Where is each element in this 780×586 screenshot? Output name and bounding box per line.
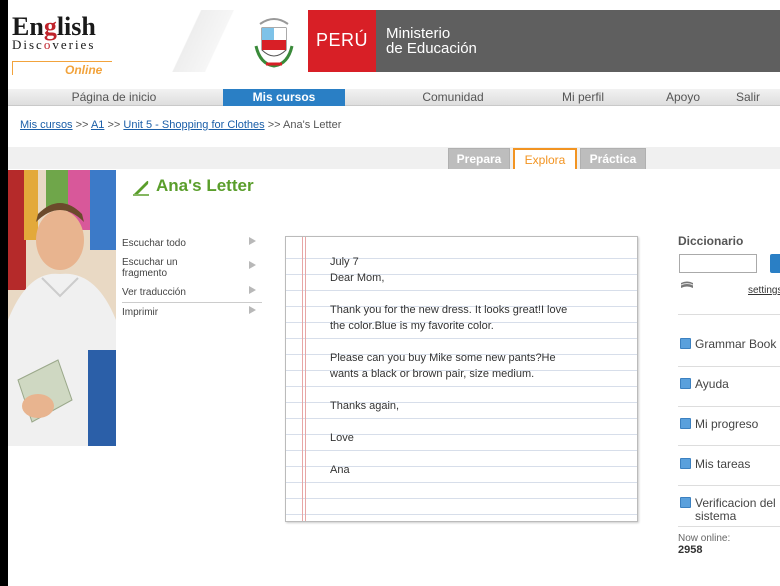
letter-body: July 7 Dear Mom, Thank you for the new d… bbox=[330, 254, 620, 478]
dictionary-search-input[interactable] bbox=[679, 254, 757, 273]
lesson-photo-man-with-clothes bbox=[8, 170, 116, 446]
breadcrumb-separator: >> bbox=[75, 119, 89, 131]
lesson-tools-menu: Escuchar todo Escuchar un fragmento Ver … bbox=[122, 234, 262, 322]
nav-item-home[interactable]: Página de inicio bbox=[8, 89, 220, 106]
divider bbox=[678, 445, 780, 446]
menu-item-label: Ver traducción bbox=[122, 287, 186, 298]
now-online-count: 2958 bbox=[678, 544, 703, 556]
letter-paper: July 7 Dear Mom, Thank you for the new d… bbox=[285, 236, 638, 522]
ministry-label: Ministerio de Educación bbox=[376, 10, 780, 72]
dictionary-settings-link[interactable]: settings bbox=[748, 285, 780, 296]
play-arrow-icon bbox=[249, 286, 256, 294]
menu-item-label: Imprimir bbox=[122, 307, 159, 318]
help-icon bbox=[680, 378, 691, 389]
grammar-book-icon bbox=[680, 338, 691, 349]
letter-date: July 7 bbox=[330, 256, 359, 268]
nav-item-my-courses[interactable]: Mis cursos bbox=[223, 89, 345, 106]
menu-item-label: Escuchar un fragmento bbox=[122, 257, 178, 279]
divider bbox=[678, 485, 780, 486]
peru-coat-of-arms-icon bbox=[254, 18, 294, 68]
paper-margin-line bbox=[305, 237, 306, 521]
help-link[interactable]: Ayuda bbox=[680, 378, 729, 391]
menu-item-print[interactable]: Imprimir bbox=[122, 302, 262, 322]
help-label: Ayuda bbox=[695, 377, 729, 391]
pencil-leaf-icon bbox=[133, 180, 149, 196]
breadcrumb-separator: >> bbox=[107, 119, 121, 131]
nav-item-logout[interactable]: Salir bbox=[728, 89, 768, 106]
breadcrumb-link-my-courses[interactable]: Mis cursos bbox=[20, 119, 73, 131]
my-tasks-link[interactable]: Mis tareas bbox=[680, 458, 750, 471]
nav-item-support[interactable]: Apoyo bbox=[658, 89, 708, 106]
paper-margin-line bbox=[302, 237, 303, 521]
letter-line: Thank you for the new dress. It looks gr… bbox=[330, 304, 568, 316]
menu-item-listen-all[interactable]: Escuchar todo bbox=[122, 234, 262, 253]
my-progress-label: Mi progreso bbox=[695, 417, 759, 431]
right-sidebar: Diccionario settings Grammar Book Ayuda … bbox=[678, 234, 780, 556]
menu-item-listen-fragment[interactable]: Escuchar un fragmento bbox=[122, 253, 262, 283]
now-online-label: Now online: bbox=[678, 533, 731, 544]
lesson-title-text: Ana's Letter bbox=[156, 176, 254, 195]
nav-item-community[interactable]: Comunidad bbox=[388, 89, 518, 106]
letter-signature: Ana bbox=[330, 464, 350, 476]
logo-text: veries bbox=[52, 37, 96, 52]
divider bbox=[678, 406, 780, 407]
my-tasks-label: Mis tareas bbox=[695, 457, 751, 471]
browser-page: English Discoveries Online PERÚ Minister… bbox=[8, 0, 780, 586]
play-arrow-icon bbox=[249, 237, 256, 245]
tab-prepara[interactable]: Prepara bbox=[448, 148, 510, 169]
tab-explora[interactable]: Explora bbox=[513, 148, 577, 169]
menu-item-view-translation[interactable]: Ver traducción bbox=[122, 283, 262, 302]
breadcrumb: Mis cursos >> A1 >> Unit 5 - Shopping fo… bbox=[20, 119, 341, 131]
letter-closing: Love bbox=[330, 432, 354, 444]
breadcrumb-separator: >> bbox=[267, 119, 281, 131]
system-check-label: Verificacion del sistema bbox=[695, 496, 776, 523]
ministry-line: Ministerio bbox=[386, 25, 451, 42]
nav-item-my-profile[interactable]: Mi perfil bbox=[543, 89, 623, 106]
logo-online-text: Online bbox=[65, 63, 103, 77]
letter-line: wants a black or brown pair, size medium… bbox=[330, 368, 535, 380]
grammar-book-label: Grammar Book bbox=[695, 337, 777, 351]
divider bbox=[678, 526, 780, 527]
divider bbox=[678, 314, 780, 315]
letter-line: the color.Blue is my favorite color. bbox=[330, 320, 494, 332]
decorative-swoosh bbox=[168, 10, 248, 72]
grammar-book-link[interactable]: Grammar Book bbox=[680, 338, 776, 351]
letter-greeting: Dear Mom, bbox=[330, 272, 385, 284]
play-arrow-icon bbox=[249, 261, 256, 269]
ministry-line: de Educación bbox=[386, 40, 477, 57]
dictionary-title: Diccionario bbox=[678, 234, 744, 248]
system-check-icon bbox=[680, 497, 691, 508]
logo-text: Disc bbox=[12, 37, 44, 52]
tasks-icon bbox=[680, 458, 691, 469]
tab-practica[interactable]: Práctica bbox=[580, 148, 646, 169]
my-progress-link[interactable]: Mi progreso bbox=[680, 418, 758, 431]
dictionary-search-button[interactable] bbox=[770, 254, 780, 273]
play-arrow-icon bbox=[249, 306, 256, 314]
activity-tab-bar: Prepara Explora Práctica bbox=[8, 147, 780, 169]
letter-thanks: Thanks again, bbox=[330, 400, 400, 412]
menu-item-label: Escuchar todo bbox=[122, 238, 186, 249]
letter-line: Please can you buy Mike some new pants?H… bbox=[330, 352, 556, 364]
breadcrumb-link-unit5[interactable]: Unit 5 - Shopping for Clothes bbox=[123, 119, 264, 131]
peru-label: PERÚ bbox=[308, 10, 376, 72]
divider bbox=[678, 366, 780, 367]
system-check-link[interactable]: Verificacion del sistema bbox=[680, 497, 780, 523]
lesson-title: Ana's Letter bbox=[132, 176, 254, 196]
main-nav: Página de inicio Mis cursos Comunidad Mi… bbox=[8, 89, 780, 106]
header: English Discoveries Online PERÚ Minister… bbox=[8, 10, 780, 80]
breadcrumb-current: Ana's Letter bbox=[283, 119, 342, 131]
dictionary-book-icon[interactable] bbox=[680, 280, 694, 290]
breadcrumb-link-a1[interactable]: A1 bbox=[91, 119, 104, 131]
progress-icon bbox=[680, 418, 691, 429]
